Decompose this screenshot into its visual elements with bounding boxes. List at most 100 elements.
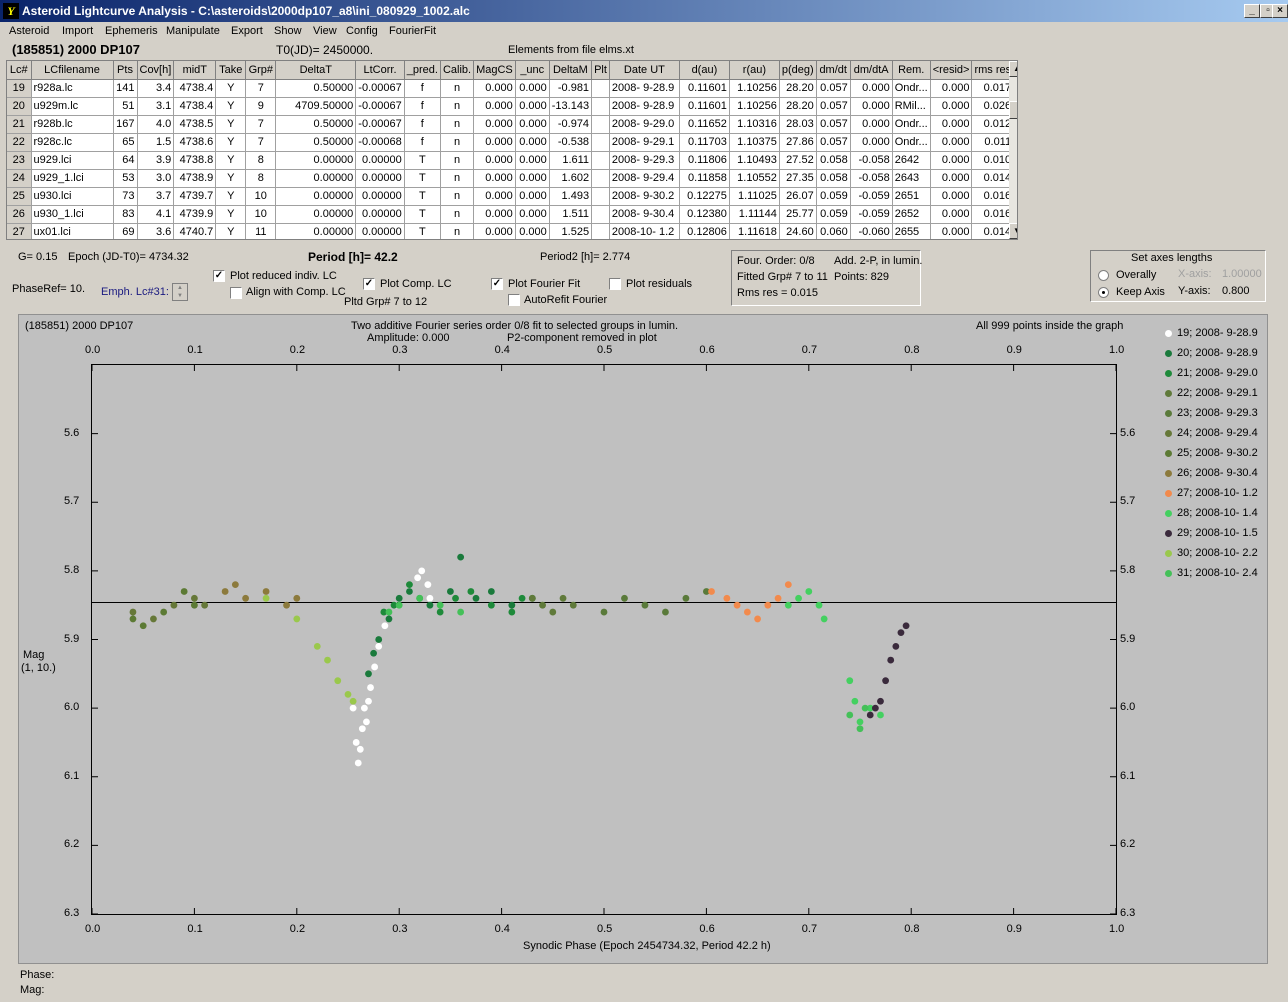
plot-residuals-checkbox[interactable] xyxy=(609,278,621,290)
table-cell[interactable]: 4738.8 xyxy=(173,151,217,170)
table-cell[interactable]: 11 xyxy=(245,223,277,239)
table-cell[interactable]: ux01.lci xyxy=(31,223,114,239)
table-cell[interactable]: 1.10375 xyxy=(729,133,780,152)
table-cell[interactable]: 64 xyxy=(113,151,138,170)
table-cell[interactable]: 0.000 xyxy=(473,133,516,152)
table-cell[interactable]: 0.057 xyxy=(816,97,851,116)
table-cell[interactable]: 2642 xyxy=(892,151,931,170)
table-row[interactable]: 19 r928a.lc 141 3.4 4738.4 Y 7 0.50000 -0.00067 f… xyxy=(7,79,1015,98)
table-cell[interactable]: 0.000 xyxy=(930,223,973,239)
table-cell[interactable]: T xyxy=(404,169,441,188)
table-cell[interactable]: 0.060 xyxy=(816,223,851,239)
table-cell[interactable]: 22 xyxy=(7,133,32,152)
table-cell[interactable]: 4738.4 xyxy=(173,79,217,98)
table-cell[interactable]: 0.000 xyxy=(473,205,516,224)
table-cell[interactable]: 0.059 xyxy=(816,205,851,224)
table-vertical-scrollbar[interactable]: ▲ ▼ xyxy=(1009,61,1017,239)
table-cell[interactable]: 7 xyxy=(245,79,277,98)
table-cell[interactable]: 0.000 xyxy=(515,151,550,170)
table-cell[interactable]: 10 xyxy=(245,205,277,224)
y-axis-value[interactable]: 0.800 xyxy=(1222,285,1250,297)
table-cell[interactable]: f xyxy=(404,115,441,134)
table-cell[interactable]: 4738.4 xyxy=(173,97,217,116)
table-cell[interactable]: Y xyxy=(215,169,247,188)
table-cell[interactable]: 4740.7 xyxy=(173,223,217,239)
table-cell[interactable]: 0.000 xyxy=(473,115,516,134)
app-icon[interactable]: Y xyxy=(3,3,19,19)
table-cell[interactable]: 2651 xyxy=(892,187,931,206)
column-header[interactable]: rms res xyxy=(971,61,1015,80)
table-cell[interactable]: 1.10493 xyxy=(729,151,780,170)
scroll-up-arrow-icon[interactable]: ▲ xyxy=(1009,61,1017,77)
table-cell[interactable] xyxy=(591,187,610,206)
table-cell[interactable]: u929_1.lci xyxy=(31,169,114,188)
table-cell[interactable]: 0.00000 xyxy=(355,187,405,206)
table-cell[interactable]: -0.058 xyxy=(850,151,893,170)
table-cell[interactable]: Y xyxy=(215,151,247,170)
table-cell[interactable]: 0.010 xyxy=(971,151,1015,170)
table-cell[interactable]: f xyxy=(404,79,441,98)
table-cell[interactable]: 0.000 xyxy=(930,151,973,170)
column-header[interactable]: d(au) xyxy=(679,61,730,80)
column-header[interactable]: Rem. xyxy=(892,61,931,80)
column-header[interactable]: Lc# xyxy=(7,61,32,80)
table-cell[interactable]: n xyxy=(440,133,475,152)
table-cell[interactable]: 2008- 9-29.4 xyxy=(609,169,680,188)
plot-area[interactable] xyxy=(91,364,1117,915)
table-cell[interactable]: 1.10256 xyxy=(729,79,780,98)
table-cell[interactable]: -0.059 xyxy=(850,187,893,206)
table-cell[interactable]: 0.11601 xyxy=(679,97,730,116)
table-cell[interactable]: 10 xyxy=(245,187,277,206)
table-cell[interactable]: Y xyxy=(215,187,247,206)
table-row[interactable]: 24 u929_1.lci 53 3.0 4738.9 Y 8 0.00000 0.00000 T… xyxy=(7,169,1015,188)
table-cell[interactable]: 2008- 9-28.9 xyxy=(609,97,680,116)
table-cell[interactable]: 0.026 xyxy=(971,97,1015,116)
table-cell[interactable]: 19 xyxy=(7,79,32,98)
table-cell[interactable]: n xyxy=(440,79,475,98)
emph-spinner[interactable]: ▲ ▼ xyxy=(172,283,188,301)
table-cell[interactable]: 0.017 xyxy=(971,79,1015,98)
table-cell[interactable]: Y xyxy=(215,223,247,239)
table-row[interactable]: 25 u930.lci 73 3.7 4739.7 Y 10 0.00000 0.00000 Tn… xyxy=(7,187,1015,206)
table-cell[interactable]: 0.000 xyxy=(515,79,550,98)
table-row[interactable]: 21 r928b.lc 167 4.0 4738.5 Y 7 0.50000 -0.00067 f… xyxy=(7,115,1015,134)
table-cell[interactable]: 4.0 xyxy=(137,115,175,134)
table-cell[interactable]: 83 xyxy=(113,205,138,224)
column-header[interactable]: LCfilename xyxy=(31,61,114,80)
table-cell[interactable]: -0.00067 xyxy=(355,115,405,134)
table-cell[interactable]: 8 xyxy=(245,169,277,188)
table-cell[interactable]: -0.059 xyxy=(850,205,893,224)
table-cell[interactable]: 0.11858 xyxy=(679,169,730,188)
table-cell[interactable]: 1.11618 xyxy=(729,223,780,239)
table-cell[interactable]: 2008- 9-29.1 xyxy=(609,133,680,152)
overally-radio[interactable] xyxy=(1098,270,1109,281)
scroll-down-arrow-icon[interactable]: ▼ xyxy=(1009,223,1017,239)
column-header[interactable]: Grp# xyxy=(245,61,277,80)
table-cell[interactable]: 2655 xyxy=(892,223,931,239)
table-cell[interactable]: T xyxy=(404,187,441,206)
column-header[interactable]: <resid> xyxy=(930,61,973,80)
table-row[interactable]: 20 u929m.lc 51 3.1 4738.4 Y 9 4709.50000 -0.0006… xyxy=(7,97,1015,116)
menu-ephemeris[interactable]: Ephemeris xyxy=(105,25,158,37)
table-cell[interactable]: 0.00000 xyxy=(355,169,405,188)
menu-asteroid[interactable]: Asteroid xyxy=(9,25,49,37)
table-cell[interactable]: Ondr... xyxy=(892,79,931,98)
x-axis-value[interactable]: 1.00000 xyxy=(1222,268,1262,280)
table-cell[interactable]: 4738.5 xyxy=(173,115,217,134)
table-cell[interactable]: 2008- 9-28.9 xyxy=(609,79,680,98)
table-cell[interactable]: 0.00000 xyxy=(275,223,357,239)
table-cell[interactable]: 51 xyxy=(113,97,138,116)
table-cell[interactable]: -0.974 xyxy=(549,115,593,134)
table-cell[interactable]: 1.611 xyxy=(549,151,593,170)
table-cell[interactable]: 25.77 xyxy=(779,205,817,224)
table-cell[interactable]: -0.981 xyxy=(549,79,593,98)
table-cell[interactable]: 3.0 xyxy=(137,169,175,188)
table-cell[interactable]: 1.11144 xyxy=(729,205,780,224)
column-header[interactable]: dm/dt xyxy=(816,61,851,80)
column-header[interactable]: DeltaT xyxy=(275,61,357,80)
table-cell[interactable]: 3.9 xyxy=(137,151,175,170)
table-cell[interactable]: 20 xyxy=(7,97,32,116)
table-cell[interactable]: n xyxy=(440,169,475,188)
table-cell[interactable]: 0.11703 xyxy=(679,133,730,152)
table-cell[interactable]: 0.000 xyxy=(850,115,893,134)
